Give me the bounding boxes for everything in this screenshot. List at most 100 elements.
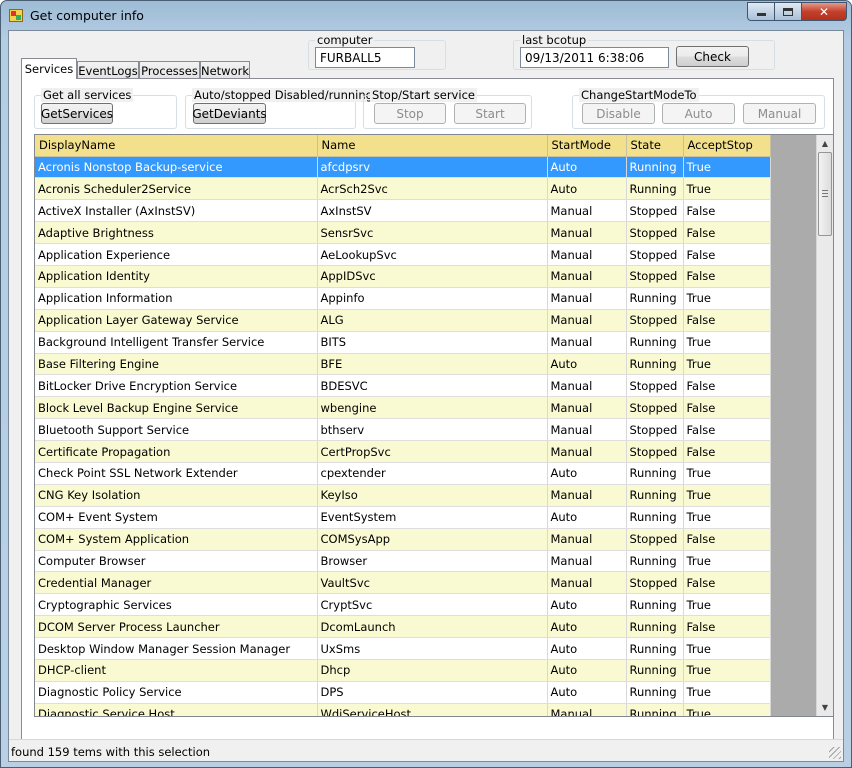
cell-name[interactable]: CertPropSvc [317, 440, 548, 463]
cell-startmode[interactable]: Auto [547, 593, 627, 617]
computer-input[interactable] [315, 47, 415, 68]
cell-displayname[interactable]: Adaptive Brightness [35, 221, 318, 245]
table-row[interactable]: Cryptographic Services CryptSvc Auto Runnin… [35, 593, 771, 617]
cell-startmode[interactable]: Auto [547, 659, 627, 682]
cell-displayname[interactable]: BitLocker Drive Encryption Service [35, 374, 318, 398]
cell-acceptstop[interactable]: True [683, 287, 771, 310]
cell-state[interactable]: Stopped [626, 528, 684, 551]
cell-state[interactable]: Stopped [626, 571, 684, 595]
services-grid[interactable]: DisplayName Name StartMode State AcceptS… [34, 134, 834, 717]
cell-startmode[interactable]: Auto [547, 637, 627, 660]
lastboot-field[interactable] [520, 47, 669, 68]
cell-displayname[interactable]: Computer Browser [35, 550, 318, 573]
minimize-button[interactable] [747, 2, 774, 21]
cell-startmode[interactable]: Auto [547, 156, 627, 179]
cell-startmode[interactable]: Manual [547, 571, 627, 595]
cell-acceptstop[interactable]: True [683, 156, 771, 179]
column-header-acceptstop[interactable]: AcceptStop [683, 135, 771, 157]
cell-name[interactable]: ALG [317, 309, 548, 332]
cell-startmode[interactable]: Manual [547, 265, 627, 288]
tab-services[interactable]: Services [21, 58, 77, 79]
auto-button[interactable]: Auto [662, 103, 735, 124]
tab-processes[interactable]: Processes [139, 61, 200, 79]
cell-displayname[interactable]: Diagnostic Policy Service [35, 681, 318, 704]
tab-network[interactable]: Network [200, 61, 250, 79]
cell-name[interactable]: wbengine [317, 396, 548, 420]
cell-startmode[interactable]: Manual [547, 703, 627, 716]
vertical-scrollbar[interactable]: ▲ ▼ [816, 135, 833, 716]
cell-state[interactable]: Stopped [626, 440, 684, 463]
cell-startmode[interactable]: Auto [547, 506, 627, 529]
cell-startmode[interactable]: Manual [547, 309, 627, 332]
cell-name[interactable]: BDESVC [317, 374, 548, 398]
cell-startmode[interactable]: Manual [547, 199, 627, 223]
cell-displayname[interactable]: ActiveX Installer (AxInstSV) [35, 199, 318, 223]
cell-state[interactable]: Running [626, 287, 684, 310]
table-row[interactable]: Application Experience AeLookupSvc Manual S… [35, 243, 771, 266]
cell-acceptstop[interactable]: True [683, 681, 771, 704]
table-row[interactable]: Block Level Backup Engine Service wbengin… [35, 396, 771, 420]
cell-acceptstop[interactable]: True [683, 550, 771, 573]
cell-displayname[interactable]: Block Level Backup Engine Service [35, 396, 318, 420]
table-row[interactable]: Certificate Propagation CertPropSvc Manual… [35, 440, 771, 463]
cell-displayname[interactable]: Acronis Scheduler2Service [35, 177, 318, 201]
app-icon[interactable] [9, 9, 23, 22]
table-row[interactable]: Diagnostic Service Host WdiServiceHost Man… [35, 703, 771, 716]
cell-displayname[interactable]: Certificate Propagation [35, 440, 318, 463]
table-row[interactable]: Application Layer Gateway Service ALG Manu… [35, 309, 771, 332]
cell-displayname[interactable]: COM+ System Application [35, 528, 318, 551]
cell-state[interactable]: Stopped [626, 199, 684, 223]
maximize-button[interactable] [774, 2, 801, 21]
table-row[interactable]: ActiveX Installer (AxInstSV) AxInstSV Manu… [35, 199, 771, 223]
cell-startmode[interactable]: Auto [547, 177, 627, 201]
cell-acceptstop[interactable]: True [683, 353, 771, 376]
cell-displayname[interactable]: Desktop Window Manager Session Manager [35, 637, 318, 660]
manual-button[interactable]: Manual [743, 103, 816, 124]
cell-acceptstop[interactable]: False [683, 418, 771, 442]
cell-name[interactable]: bthserv [317, 418, 548, 442]
cell-displayname[interactable]: DCOM Server Process Launcher [35, 615, 318, 639]
cell-name[interactable]: WdiServiceHost [317, 703, 548, 716]
table-row[interactable]: DCOM Server Process Launcher DcomLaunch Au… [35, 615, 771, 639]
cell-state[interactable]: Stopped [626, 374, 684, 398]
column-header-startmode[interactable]: StartMode [547, 135, 627, 157]
cell-name[interactable]: SensrSvc [317, 221, 548, 245]
cell-state[interactable]: Running [626, 550, 684, 573]
cell-startmode[interactable]: Manual [547, 287, 627, 310]
cell-acceptstop[interactable]: False [683, 221, 771, 245]
scroll-up-icon[interactable]: ▲ [817, 135, 833, 152]
column-header-displayname[interactable]: DisplayName [35, 135, 318, 157]
cell-acceptstop[interactable]: True [683, 462, 771, 485]
cell-acceptstop[interactable]: False [683, 528, 771, 551]
cell-name[interactable]: Browser [317, 550, 548, 573]
cell-displayname[interactable]: Bluetooth Support Service [35, 418, 318, 442]
cell-name[interactable]: CryptSvc [317, 593, 548, 617]
cell-displayname[interactable]: Background Intelligent Transfer Service [35, 331, 318, 354]
cell-state[interactable]: Running [626, 177, 684, 201]
cell-acceptstop[interactable]: True [683, 593, 771, 617]
cell-name[interactable]: Dhcp [317, 659, 548, 682]
cell-name[interactable]: AcrSch2Svc [317, 177, 548, 201]
cell-state[interactable]: Stopped [626, 221, 684, 245]
cell-startmode[interactable]: Manual [547, 243, 627, 266]
table-row[interactable]: Bluetooth Support Service bthserv Manual St… [35, 418, 771, 442]
cell-state[interactable]: Stopped [626, 396, 684, 420]
table-row[interactable]: Application Identity AppIDSvc Manual Stoppe… [35, 265, 771, 288]
cell-state[interactable]: Running [626, 462, 684, 485]
table-row[interactable]: BitLocker Drive Encryption Service BDESVC… [35, 374, 771, 398]
cell-name[interactable]: UxSms [317, 637, 548, 660]
cell-state[interactable]: Stopped [626, 243, 684, 266]
cell-startmode[interactable]: Manual [547, 440, 627, 463]
cell-state[interactable]: Running [626, 615, 684, 639]
cell-name[interactable]: BFE [317, 353, 548, 376]
cell-acceptstop[interactable]: False [683, 396, 771, 420]
cell-acceptstop[interactable]: False [683, 615, 771, 639]
cell-state[interactable]: Running [626, 156, 684, 179]
cell-name[interactable]: Appinfo [317, 287, 548, 310]
cell-name[interactable]: BITS [317, 331, 548, 354]
cell-displayname[interactable]: Application Identity [35, 265, 318, 288]
cell-name[interactable]: AppIDSvc [317, 265, 548, 288]
cell-acceptstop[interactable]: False [683, 243, 771, 266]
cell-startmode[interactable]: Manual [547, 528, 627, 551]
get-services-button[interactable]: GetServices [41, 103, 113, 124]
